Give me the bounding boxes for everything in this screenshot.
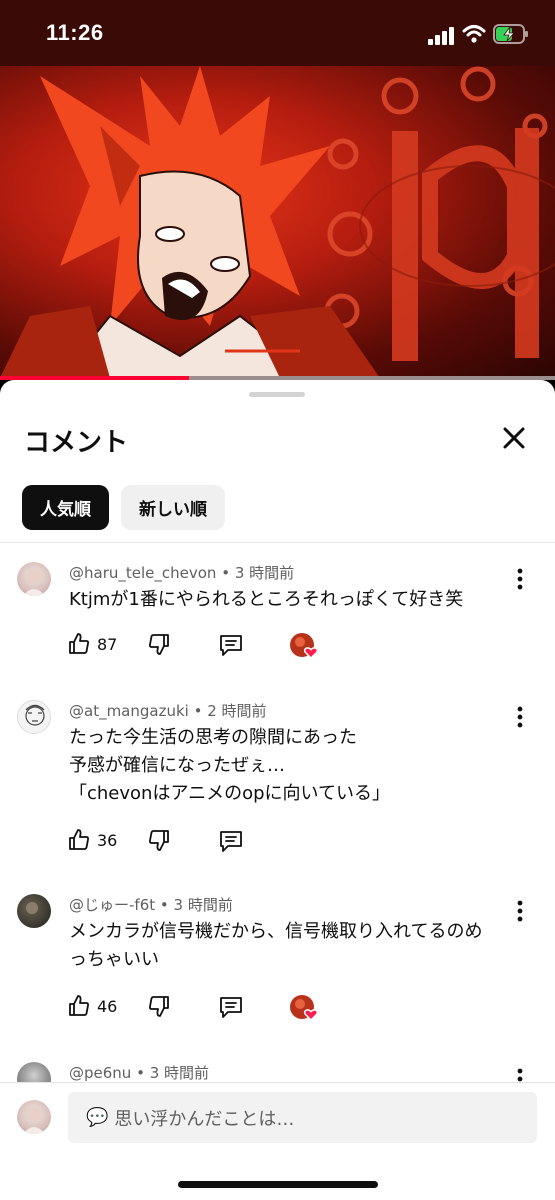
creator-heart-icon [290, 633, 319, 660]
meta-dot: • [136, 1064, 150, 1082]
comment-time: 2 時間前 [207, 702, 267, 720]
more-options-icon[interactable] [512, 1068, 528, 1082]
comment-text: メンカラが信号機だから、信号機取り入れてるのめ っちゃいい [69, 918, 509, 974]
reply-button[interactable] [218, 994, 244, 1020]
my-avatar [17, 1100, 51, 1134]
comment-line: Ktjmが1番にやられるところそれっぽくて好き笑 [69, 589, 464, 610]
wifi-icon [462, 25, 486, 43]
avatar-image [26, 902, 38, 914]
battery-charging-icon [493, 24, 528, 44]
sheet-title: コメント [24, 428, 129, 458]
like-button[interactable]: 46 [67, 994, 117, 1018]
comment-meta: @じゅー-f6t • 3 時間前 [69, 894, 233, 915]
like-count: 36 [97, 830, 118, 850]
comment-item: @at_mangazuki • 2 時間前 たった今生活の思考の隙間にあった 予… [0, 700, 555, 870]
avatar[interactable] [17, 1062, 51, 1082]
chip-newest[interactable]: 新しい順 [121, 485, 225, 530]
more-options-icon[interactable] [512, 706, 528, 728]
reply-icon [220, 997, 242, 1018]
speech-bubble-icon: 💬 [86, 1107, 109, 1128]
avatar-image [23, 569, 45, 596]
sort-chips: 人気順 新しい順 [22, 485, 225, 530]
comment-input-placeholder: 思い浮かんだことは… [114, 1108, 295, 1130]
dislike-button[interactable] [147, 632, 171, 656]
comment-meta: @pe6nu • 3 時間前 [69, 1062, 209, 1082]
thumbs-down-icon [149, 634, 169, 655]
input-divider [0, 1082, 555, 1083]
like-button[interactable]: 87 [67, 632, 117, 656]
comment-meta: @at_mangazuki • 2 時間前 [69, 700, 267, 721]
drag-handle[interactable] [249, 392, 305, 397]
meta-dot: • [159, 896, 174, 914]
reply-button[interactable] [218, 828, 244, 854]
status-bar: 11:26 [0, 0, 555, 66]
thumbs-down-icon [149, 830, 169, 851]
avatar[interactable] [17, 894, 51, 928]
thumbs-up-icon [69, 995, 89, 1016]
comment-author[interactable]: @pe6nu [69, 1064, 131, 1082]
avatar-image [23, 1107, 45, 1134]
comment-line: たった今生活の思考の隙間にあった [69, 727, 357, 748]
close-icon[interactable] [498, 422, 530, 454]
comment-item: @pe6nu • 3 時間前 [0, 1062, 555, 1082]
thumbs-down-icon [149, 996, 169, 1017]
comment-text: たった今生活の思考の隙間にあった 予感が確信になったぜぇ… 「chevonはアニ… [69, 724, 509, 808]
comment-actions: 36 [67, 828, 367, 858]
comment-item: @じゅー-f6t • 3 時間前 メンカラが信号機だから、信号機取り入れてるのめ… [0, 894, 555, 1044]
like-count: 87 [97, 634, 118, 654]
chip-top[interactable]: 人気順 [22, 485, 109, 530]
avatar[interactable] [17, 700, 51, 734]
thumbs-up-icon [69, 633, 89, 654]
comment-line: 「chevonはアニメのopに向いている」 [69, 783, 390, 804]
comment-time: 3 時間前 [149, 1064, 210, 1082]
meta-dot: • [221, 564, 235, 582]
comment-meta: @haru_tele_chevon • 3 時間前 [69, 562, 294, 583]
home-indicator[interactable] [178, 1181, 378, 1188]
reply-icon [220, 635, 242, 656]
divider [0, 542, 555, 543]
dislike-button[interactable] [147, 994, 171, 1018]
comment-item: @haru_tele_chevon • 3 時間前 Ktjmが1番にやられるとこ… [0, 562, 555, 682]
comments-sheet: コメント 人気順 新しい順 @haru_tele_chevon • 3 時間前 … [0, 380, 555, 1200]
avatar[interactable] [17, 562, 51, 596]
comment-author[interactable]: @at_mangazuki [69, 702, 189, 720]
creator-heart-icon [290, 995, 319, 1022]
signal-icon [428, 27, 454, 45]
comment-actions: 87 [67, 632, 367, 662]
comment-actions: 46 [67, 994, 367, 1024]
meta-dot: • [193, 702, 208, 720]
like-button[interactable]: 36 [67, 828, 117, 852]
comment-author[interactable]: @じゅー-f6t [69, 896, 155, 914]
status-time: 11:26 [46, 20, 104, 45]
comment-time: 3 時間前 [234, 564, 295, 582]
more-options-icon[interactable] [512, 568, 528, 590]
comment-line: 予感が確信になったぜぇ… [69, 755, 285, 776]
comment-input[interactable]: 💬 思い浮かんだことは… [68, 1092, 537, 1143]
comment-line: メンカラが信号機だから、信号機取り入れてるのめ [69, 921, 483, 942]
like-count: 46 [97, 996, 118, 1016]
thumbs-up-icon [69, 829, 89, 850]
reply-button[interactable] [218, 632, 244, 658]
reply-icon [220, 831, 242, 852]
comment-text: Ktjmが1番にやられるところそれっぽくて好き笑 [69, 586, 509, 614]
more-options-icon[interactable] [512, 900, 528, 922]
avatar-image [25, 704, 45, 726]
comment-author[interactable]: @haru_tele_chevon [69, 564, 216, 582]
comment-time: 3 時間前 [173, 896, 233, 914]
dislike-button[interactable] [147, 828, 171, 852]
video-player[interactable] [0, 66, 555, 378]
video-frame [0, 66, 555, 378]
comment-line: っちゃいい [69, 949, 159, 970]
